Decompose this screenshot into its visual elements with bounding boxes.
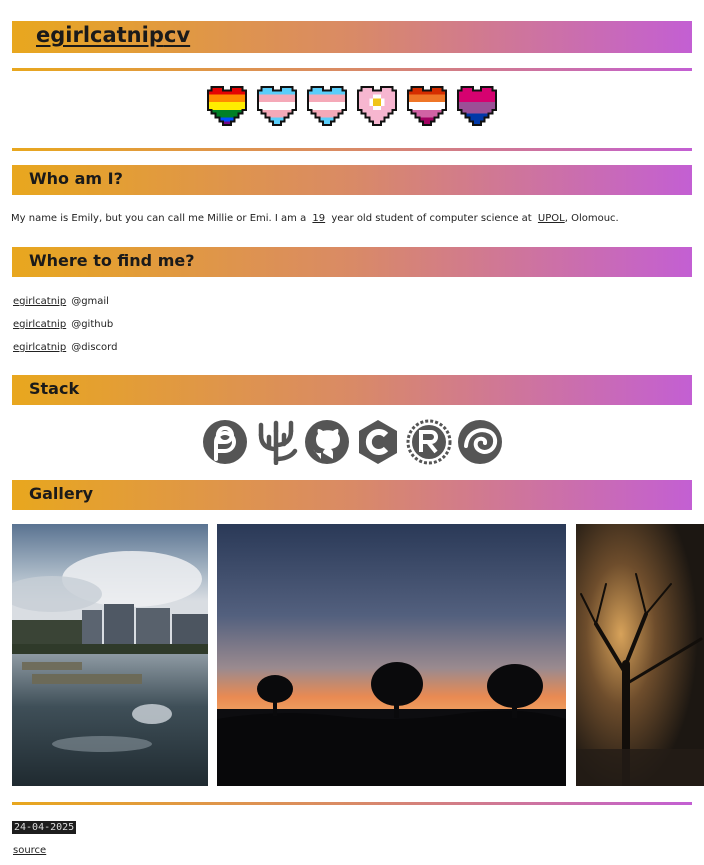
school-link[interactable]: UPOL xyxy=(535,213,565,224)
rust-icon xyxy=(406,419,452,465)
contact-item: egirlcatnip @discord xyxy=(13,342,118,353)
section-title: Who am I? xyxy=(29,169,123,188)
section-title: Gallery xyxy=(29,484,94,503)
section-header-about: Who am I? xyxy=(12,165,692,195)
fedora-icon xyxy=(202,419,248,465)
lesbian-pride-heart-icon xyxy=(404,83,450,129)
about-text: My name is Emily, but you can call me Mi… xyxy=(11,213,619,224)
section-header-stack: Stack xyxy=(12,375,692,405)
github-link[interactable]: egirlcatnip xyxy=(13,319,66,330)
divider xyxy=(12,802,692,805)
flower-heart-icon xyxy=(354,83,400,129)
home-link[interactable]: egirlcatnip xyxy=(36,23,164,47)
trans-pride-heart-icon xyxy=(254,83,300,129)
source-link[interactable]: source xyxy=(13,845,46,856)
gallery-carousel[interactable] xyxy=(12,524,704,786)
section-header-contacts: Where to find me? xyxy=(12,247,692,277)
cv-link[interactable]: cv xyxy=(164,23,190,47)
trans-pride-heart-icon xyxy=(304,83,350,129)
sunset-trees-photo[interactable] xyxy=(217,524,566,786)
rainbow-pride-heart-icon xyxy=(204,83,250,129)
nix-icon xyxy=(457,419,503,465)
discord-link[interactable]: egirlcatnip xyxy=(13,342,66,353)
stack-icons xyxy=(202,419,503,465)
divider xyxy=(12,148,692,151)
gmail-link[interactable]: egirlcatnip xyxy=(13,296,66,307)
contact-item: egirlcatnip @gmail xyxy=(13,296,109,307)
age-link[interactable]: 19 xyxy=(309,213,328,224)
section-header-gallery: Gallery xyxy=(12,480,692,510)
pride-hearts xyxy=(204,83,500,129)
date-badge: 24-04-2025 xyxy=(12,821,77,834)
bi-pride-heart-icon xyxy=(454,83,500,129)
section-title: Where to find me? xyxy=(29,251,195,270)
fish-shell-icon xyxy=(253,419,299,465)
contact-item: egirlcatnip @github xyxy=(13,319,114,330)
foggy-tree-night-photo[interactable] xyxy=(576,524,704,786)
divider xyxy=(12,68,692,71)
section-title: Stack xyxy=(29,379,80,398)
river-city-photo[interactable] xyxy=(12,524,208,786)
github-icon xyxy=(304,419,350,465)
c-language-icon xyxy=(355,419,401,465)
title-bar: egirlcatnip cv xyxy=(12,21,692,53)
